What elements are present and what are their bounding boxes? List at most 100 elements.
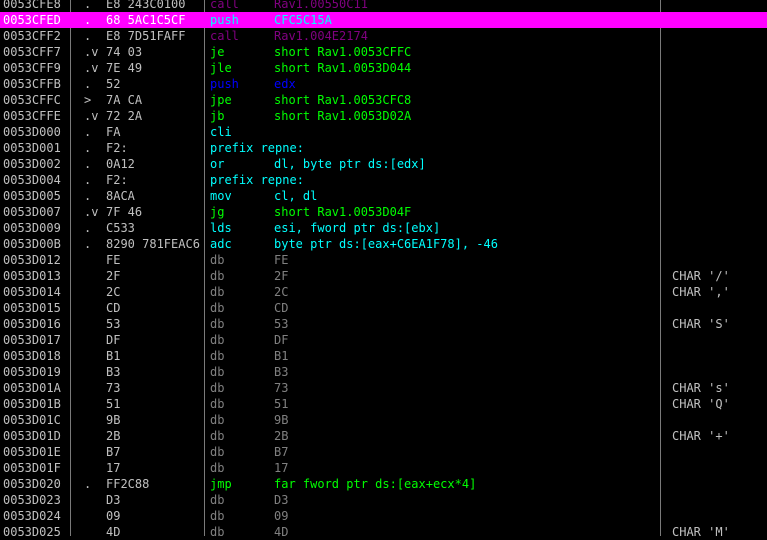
- address-cell: 0053D01C: [3, 413, 61, 427]
- instruction-row[interactable]: 0053D020. FF2C88 jmp far fword ptr ds:[eax+…: [0, 476, 767, 492]
- hex-dump-cell: 2C: [106, 285, 121, 299]
- instruction-row-selected[interactable]: 0053CFED. 68 5AC1C5CF push CFC5C15A: [0, 12, 767, 28]
- hex-dump-cell: 2B: [106, 429, 121, 443]
- operand-cell: B7: [274, 445, 289, 459]
- mnemonic-cell: db: [210, 445, 225, 459]
- address-cell: 0053D020: [3, 477, 61, 491]
- instruction-row[interactable]: 0053D001. F2: prefix repne:: [0, 140, 767, 156]
- address-cell: 0053D024: [3, 509, 61, 523]
- mnemonic-cell: push: [210, 77, 239, 91]
- address-cell: 0053CFE8: [3, 0, 61, 11]
- operand-cell: short Rav1.0053CFC8: [274, 93, 412, 107]
- hex-dump-cell: 51: [106, 397, 121, 411]
- jump-marker: .: [84, 77, 92, 91]
- comment-cell: CHAR ',': [672, 285, 730, 299]
- instruction-row[interactable]: 0053D018 B1 db B1: [0, 348, 767, 364]
- address-cell: 0053D025: [3, 525, 61, 539]
- operand-cell: short Rav1.0053D04F: [274, 205, 412, 219]
- operand-cell: 17: [274, 461, 289, 475]
- operand-cell: 4D: [274, 525, 289, 539]
- operand-cell: short Rav1.0053D044: [274, 61, 412, 75]
- instruction-row[interactable]: 0053CFF9 .v 7E 49 jle short Rav1.0053D044: [0, 60, 767, 76]
- comment-cell: CHAR '/': [672, 269, 730, 283]
- operand-cell: CFC5C15A: [274, 13, 332, 27]
- instruction-row[interactable]: 0053D009. C533 lds esi, fword ptr ds:[ebx]: [0, 220, 767, 236]
- operand-cell: Rav1.004E2174: [274, 29, 368, 43]
- instruction-row[interactable]: 0053CFFC >7A CA jpe short Rav1.0053CFC8: [0, 92, 767, 108]
- address-cell: 0053D005: [3, 189, 61, 203]
- instruction-row[interactable]: 0053D015 CD db CD: [0, 300, 767, 316]
- mnemonic-cell: db: [210, 349, 225, 363]
- address-cell: 0053D014: [3, 285, 61, 299]
- instruction-row[interactable]: 0053D004. F2: prefix repne:: [0, 172, 767, 188]
- address-cell: 0053D019: [3, 365, 61, 379]
- operand-cell: 53: [274, 317, 289, 331]
- instruction-row[interactable]: 0053D013 2F db 2F CHAR '/': [0, 268, 767, 284]
- instruction-row[interactable]: 0053D012 FE db FE: [0, 252, 767, 268]
- address-cell: 0053D01F: [3, 461, 61, 475]
- comment-cell: CHAR 's': [672, 381, 730, 395]
- instruction-row[interactable]: 0053D00B. 8290 781FEAC6 adc byte ptr ds:[ea…: [0, 236, 767, 252]
- instruction-row[interactable]: 0053D01A 73 db 73 CHAR 's': [0, 380, 767, 396]
- mnemonic-cell: jle: [210, 61, 232, 75]
- instruction-row[interactable]: 0053D005. 8ACA mov cl, dl: [0, 188, 767, 204]
- instruction-row[interactable]: 0053D023 D3 db D3: [0, 492, 767, 508]
- operand-cell: D3: [274, 493, 289, 507]
- address-cell: 0053CFFE: [3, 109, 61, 123]
- instruction-row[interactable]: 0053CFF2. E8 7D51FAFF call Rav1.004E2174: [0, 28, 767, 44]
- hex-dump-cell: 4D: [106, 525, 121, 539]
- instruction-row[interactable]: 0053D025 4D db 4D CHAR 'M': [0, 524, 767, 540]
- mnemonic-cell: db: [210, 381, 225, 395]
- instruction-row[interactable]: 0053D01F 17 db 17: [0, 460, 767, 476]
- address-cell: 0053D00B: [3, 237, 61, 251]
- instruction-row[interactable]: 0053D01B 51 db 51 CHAR 'Q': [0, 396, 767, 412]
- operand-cell: CD: [274, 301, 289, 315]
- jump-marker: .: [84, 189, 92, 203]
- hex-dump-cell: 7A CA: [106, 93, 143, 107]
- operand-cell: 2C: [274, 285, 289, 299]
- operand-cell: FE: [274, 253, 289, 267]
- operand-cell: DF: [274, 333, 289, 347]
- mnemonic-cell: prefix repne:: [210, 141, 304, 155]
- address-cell: 0053D01A: [3, 381, 61, 395]
- jump-marker: .: [84, 477, 92, 491]
- mnemonic-cell: adc: [210, 237, 232, 251]
- hex-dump-cell: CD: [106, 301, 121, 315]
- disassembly-view[interactable]: 0053CFE8. E8 243C0100 call Rav1.00550C11 005…: [0, 0, 767, 540]
- mnemonic-cell: db: [210, 509, 225, 523]
- instruction-row[interactable]: 0053D019 B3 db B3: [0, 364, 767, 380]
- mnemonic-cell: push: [210, 13, 239, 27]
- instruction-row[interactable]: 0053CFE8. E8 243C0100 call Rav1.00550C11: [0, 0, 767, 12]
- address-cell: 0053CFF9: [3, 61, 61, 75]
- jump-marker: .: [84, 221, 92, 235]
- address-cell: 0053CFED: [3, 13, 61, 27]
- address-cell: 0053D009: [3, 221, 61, 235]
- instruction-row[interactable]: 0053D016 53 db 53 CHAR 'S': [0, 316, 767, 332]
- instruction-row[interactable]: 0053D014 2C db 2C CHAR ',': [0, 284, 767, 300]
- hex-dump-cell: B3: [106, 365, 121, 379]
- mnemonic-cell: db: [210, 285, 225, 299]
- comment-cell: CHAR 'M': [672, 525, 730, 539]
- instruction-row[interactable]: 0053D002. 0A12 or dl, byte ptr ds:[edx]: [0, 156, 767, 172]
- instruction-row[interactable]: 0053D01E B7 db B7: [0, 444, 767, 460]
- mnemonic-cell: jg: [210, 205, 225, 219]
- instruction-row[interactable]: 0053D01C 9B db 9B: [0, 412, 767, 428]
- instruction-row[interactable]: 0053CFF7 .v 74 03 je short Rav1.0053CFFC: [0, 44, 767, 60]
- instruction-row[interactable]: 0053D024 09 db 09: [0, 508, 767, 524]
- operand-cell: 51: [274, 397, 289, 411]
- jump-marker: .: [84, 141, 92, 155]
- instruction-row[interactable]: 0053CFFB. 52 push edx: [0, 76, 767, 92]
- mnemonic-cell: jb: [210, 109, 225, 123]
- jump-marker: .: [84, 157, 92, 171]
- operand-cell: Rav1.00550C11: [274, 0, 368, 11]
- hex-dump-cell: 53: [106, 317, 121, 331]
- operand-cell: 73: [274, 381, 289, 395]
- hex-dump-cell: 09: [106, 509, 121, 523]
- instruction-row[interactable]: 0053D01D 2B db 2B CHAR '+': [0, 428, 767, 444]
- hex-dump-cell: 7E 49: [106, 61, 143, 75]
- mnemonic-cell: prefix repne:: [210, 173, 304, 187]
- instruction-row[interactable]: 0053D000. FA cli: [0, 124, 767, 140]
- instruction-row[interactable]: 0053D007 .v 7F 46 jg short Rav1.0053D04F: [0, 204, 767, 220]
- instruction-row[interactable]: 0053CFFE .v 72 2A jb short Rav1.0053D02A: [0, 108, 767, 124]
- instruction-row[interactable]: 0053D017 DF db DF: [0, 332, 767, 348]
